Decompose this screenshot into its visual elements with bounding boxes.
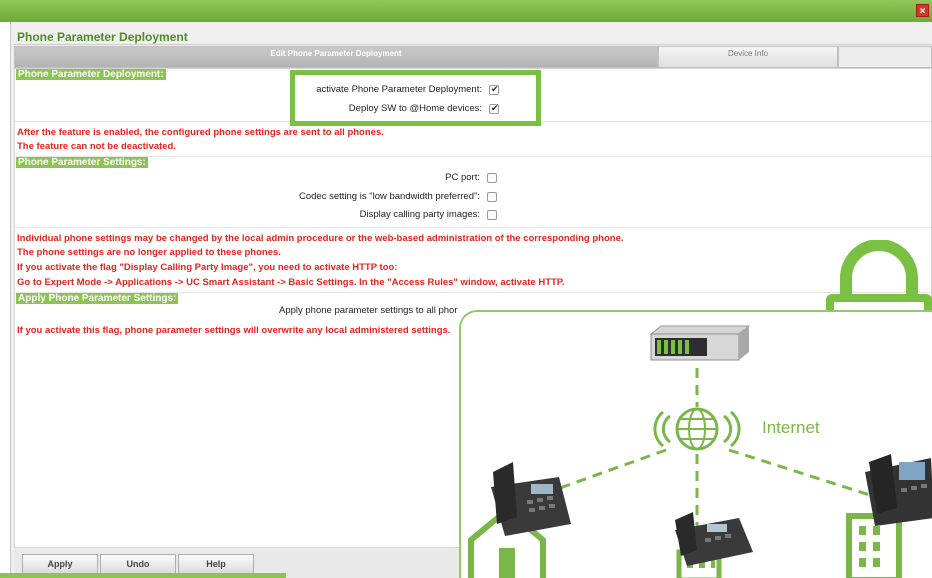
tab-bar-filler bbox=[838, 46, 932, 68]
section-header-settings: Phone Parameter Settings: bbox=[16, 157, 148, 168]
section-header-apply: Apply Phone Parameter Settings: bbox=[16, 293, 179, 304]
section-header-deployment: Phone Parameter Deployment: bbox=[16, 69, 166, 80]
field-codec-setting: Codec setting is "low bandwidth preferre… bbox=[299, 191, 497, 202]
status-strip bbox=[0, 573, 286, 578]
warning-text: The phone settings are no longer applied… bbox=[17, 247, 281, 258]
internet-label: Internet bbox=[762, 418, 820, 437]
desk-phone-icon bbox=[865, 454, 932, 526]
undo-button[interactable]: Undo bbox=[100, 554, 176, 574]
warning-text: If you activate the flag "Display Callin… bbox=[17, 262, 398, 273]
warning-text: Individual phone settings may be changed… bbox=[17, 233, 624, 244]
warning-text: After the feature is enabled, the config… bbox=[17, 127, 384, 138]
diagram-graphic bbox=[468, 325, 932, 578]
pc-port-checkbox[interactable] bbox=[487, 172, 497, 183]
warning-text: The feature can not be deactivated. bbox=[17, 141, 176, 152]
divider bbox=[15, 156, 931, 157]
display-caller-images-checkbox[interactable] bbox=[487, 209, 497, 220]
tab-bar: Edit Phone Parameter Deployment Device I… bbox=[14, 46, 932, 68]
title-divider bbox=[14, 44, 932, 45]
desk-phone-icon bbox=[491, 462, 571, 536]
highlight-box bbox=[290, 70, 541, 126]
server-icon bbox=[649, 325, 751, 361]
page-title: Phone Parameter Deployment bbox=[17, 30, 188, 44]
tab-device-info[interactable]: Device Info bbox=[658, 46, 838, 68]
field-apply-all-phones: Apply phone parameter settings to all ph… bbox=[279, 305, 458, 316]
window-titlebar: × bbox=[0, 0, 932, 22]
field-label: Display calling party images: bbox=[359, 209, 480, 220]
field-pc-port: PC port: bbox=[445, 172, 497, 183]
field-label: PC port: bbox=[445, 172, 480, 183]
field-label: Codec setting is "low bandwidth preferre… bbox=[298, 191, 480, 202]
divider bbox=[15, 227, 931, 228]
apply-button[interactable]: Apply bbox=[22, 554, 98, 574]
warning-text: If you activate this flag, phone paramet… bbox=[17, 325, 451, 336]
warning-text: Go to Expert Mode -> Applications -> UC … bbox=[17, 277, 565, 288]
field-label: Apply phone parameter settings to all ph… bbox=[279, 305, 458, 316]
office-building-icon bbox=[846, 513, 902, 578]
network-diagram: Internet bbox=[459, 310, 932, 578]
help-button[interactable]: Help bbox=[178, 554, 254, 574]
globe-icon bbox=[653, 407, 741, 451]
field-display-caller-images: Display calling party images: bbox=[360, 209, 497, 220]
tab-edit-phone-parameter-deployment[interactable]: Edit Phone Parameter Deployment bbox=[14, 46, 658, 68]
desk-phone-icon bbox=[675, 512, 753, 566]
close-icon[interactable]: × bbox=[916, 4, 929, 17]
codec-setting-checkbox[interactable] bbox=[487, 191, 497, 202]
screenshot-stage: × Phone Parameter Deployment Edit Phone … bbox=[0, 0, 932, 578]
